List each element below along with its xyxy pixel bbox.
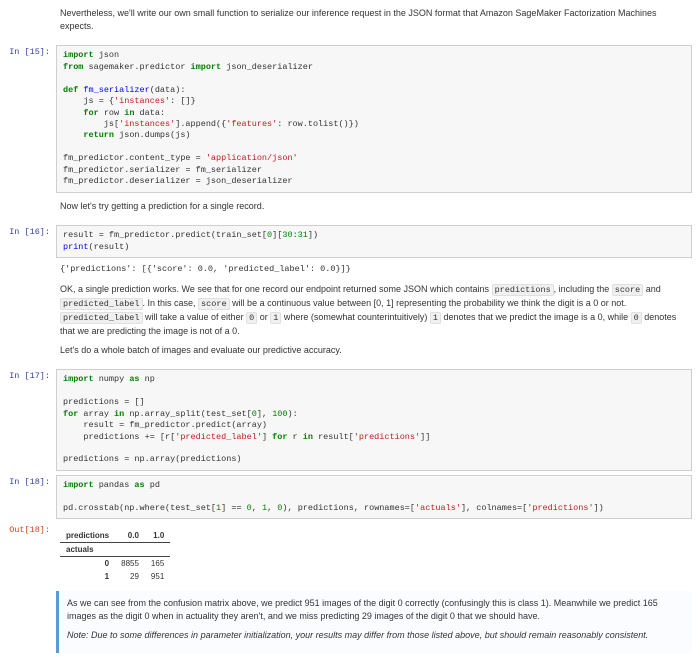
confusion-table: predictions 0.0 1.0 actuals 0 8855 165 1 [60, 529, 170, 583]
code-content-15[interactable]: import json from sagemaker.predictor imp… [56, 45, 692, 193]
col-label: predictions [60, 529, 115, 543]
t: where (somewhat counterintuitively) [281, 312, 430, 322]
in-prompt-17: In [17]: [8, 369, 56, 471]
code-score2: score [198, 298, 230, 310]
code-content-18[interactable]: import pandas as pd pd.crosstab(np.where… [56, 475, 692, 519]
in-prompt-16: In [16]: [8, 225, 56, 258]
cell: 8855 [115, 557, 145, 571]
intro-paragraph: Nevertheless, we'll write our own small … [60, 7, 688, 32]
cell: 165 [145, 557, 170, 571]
table-row: 0 8855 165 [60, 557, 170, 571]
code-predicted-label2: predicted_label [60, 312, 143, 324]
code-one2: 1 [430, 312, 441, 324]
row-label: actuals [60, 543, 115, 557]
code-cell-18: In [18]: import pandas as pd pd.crosstab… [8, 475, 692, 519]
t: will take a value of either [143, 312, 247, 322]
code-content-17[interactable]: import numpy as np predictions = [] for … [56, 369, 692, 471]
out-prompt-18: Out[18]: [8, 523, 56, 585]
code-content-16[interactable]: result = fm_predictor.predict(train_set[… [56, 225, 692, 258]
code-zero: 0 [246, 312, 257, 324]
note-box: As we can see from the confusion matrix … [56, 591, 692, 653]
note-paragraph-2: Note: Due to some differences in paramet… [67, 629, 684, 642]
table-row: 1 29 951 [60, 570, 170, 583]
col-header-1: 1.0 [145, 529, 170, 543]
markdown-content: Nevertheless, we'll write our own small … [56, 4, 692, 41]
markdown-content: OK, a single prediction works. We see th… [56, 280, 692, 365]
empty-prompt [8, 262, 56, 276]
markdown-2: OK, a single prediction works. We see th… [8, 280, 692, 365]
in-prompt-15: In [15]: [8, 45, 56, 193]
empty-prompt [8, 4, 56, 41]
note-italic: Note: Due to some differences in paramet… [67, 630, 648, 640]
batch-paragraph: Let's do a whole batch of images and eva… [60, 344, 688, 357]
explain-paragraph: OK, a single prediction works. We see th… [60, 283, 688, 337]
empty-prompt [8, 280, 56, 365]
t: or [257, 312, 270, 322]
code-score: score [612, 284, 644, 296]
stdout-16: {'predictions': [{'score': 0.0, 'predict… [56, 262, 355, 276]
output-cell-16: {'predictions': [{'score': 0.0, 'predict… [8, 262, 692, 276]
t: and [643, 284, 661, 294]
markdown-intro: Nevertheless, we'll write our own small … [8, 4, 692, 41]
col-header-0: 0.0 [115, 529, 145, 543]
t: . In this case, [143, 298, 199, 308]
row-idx-1: 1 [60, 570, 115, 583]
output-content-18: predictions 0.0 1.0 actuals 0 8855 165 1 [56, 523, 692, 585]
t: OK, a single prediction works. We see th… [60, 284, 492, 294]
t: , including the [554, 284, 612, 294]
markdown-content: Now let's try getting a prediction for a… [56, 197, 692, 222]
cell: 29 [115, 570, 145, 583]
text-paragraph: Now let's try getting a prediction for a… [60, 200, 688, 213]
cell: 951 [145, 570, 170, 583]
code-predictions: predictions [492, 284, 554, 296]
code-zero2: 0 [631, 312, 642, 324]
empty-prompt [8, 197, 56, 222]
note-paragraph-1: As we can see from the confusion matrix … [67, 597, 684, 622]
code-cell-17: In [17]: import numpy as np predictions … [8, 369, 692, 471]
code-predicted-label: predicted_label [60, 298, 143, 310]
code-one: 1 [270, 312, 281, 324]
code-cell-15: In [15]: import json from sagemaker.pred… [8, 45, 692, 193]
code-cell-16: In [16]: result = fm_predictor.predict(t… [8, 225, 692, 258]
markdown-1: Now let's try getting a prediction for a… [8, 197, 692, 222]
in-prompt-18: In [18]: [8, 475, 56, 519]
output-cell-18: Out[18]: predictions 0.0 1.0 actuals 0 8… [8, 523, 692, 585]
row-idx-0: 0 [60, 557, 115, 571]
t: denotes that we predict the image is a 0… [441, 312, 631, 322]
t: will be a continuous value between [0, 1… [230, 298, 627, 308]
